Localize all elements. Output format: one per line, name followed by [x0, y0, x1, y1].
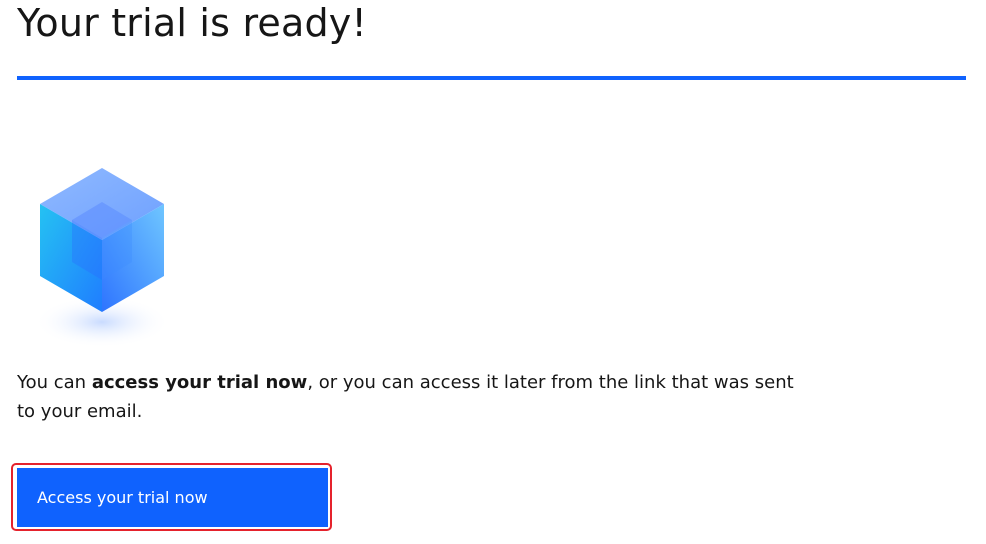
trial-ready-page: Your trial is ready! You can access your…: [0, 0, 986, 544]
access-trial-button[interactable]: Access your trial now: [17, 468, 328, 527]
title-divider: [17, 76, 966, 80]
message-emphasis: access your trial now: [91, 372, 308, 393]
trial-access-message: You can access your trial now, or you ca…: [17, 368, 807, 426]
cube-icon: [34, 168, 170, 348]
page-title: Your trial is ready!: [17, 1, 367, 45]
message-prefix: You can: [17, 372, 92, 393]
